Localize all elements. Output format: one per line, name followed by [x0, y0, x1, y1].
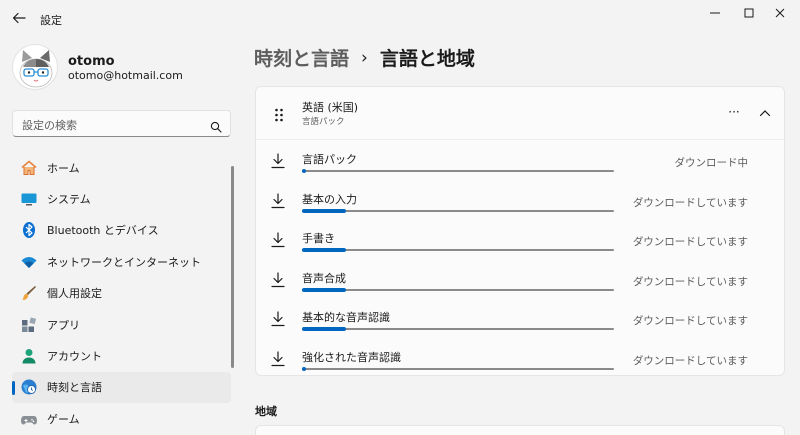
bluetooth-icon — [20, 221, 38, 239]
sidebar-item-time-language[interactable]: 時刻と言語 — [12, 371, 231, 404]
download-progress-bar — [302, 169, 614, 173]
download-status: ダウンロードしています — [632, 275, 748, 288]
download-status: ダウンロードしています — [632, 196, 748, 209]
chevron-up-icon[interactable] — [755, 104, 775, 122]
window-title: 設定 — [40, 14, 62, 27]
download-icon — [269, 350, 287, 368]
user-name: otomo — [68, 54, 115, 69]
account-icon — [20, 347, 38, 365]
sidebar-item-system[interactable]: システム — [12, 183, 231, 214]
search-placeholder: 設定の検索 — [22, 119, 77, 132]
title-bar: 設定 — [0, 0, 800, 36]
download-icon — [269, 271, 287, 289]
system-icon — [20, 190, 38, 208]
feature-row: 音声合成 ダウンロードしています — [256, 261, 784, 301]
download-status: ダウンロードしています — [632, 355, 748, 367]
feature-label: 音声合成 — [302, 271, 346, 285]
progress-fill — [302, 169, 306, 173]
home-icon — [20, 159, 38, 177]
back-arrow-icon[interactable] — [10, 9, 28, 27]
sidebar-item-label: システム — [47, 193, 91, 207]
feature-row: 強化された音声認識 ダウンロードしています — [256, 340, 784, 380]
sidebar-item-label: アカウント — [47, 350, 102, 364]
close-button[interactable] — [765, 4, 795, 22]
progress-fill — [302, 248, 346, 253]
page-title: 言語と地域 — [379, 48, 475, 70]
feature-row: 基本の入力 ダウンロードしています — [256, 182, 784, 222]
sidebar-item-bluetooth[interactable]: Bluetooth とデバイス — [12, 215, 231, 246]
search-input[interactable]: 設定の検索 — [12, 110, 231, 137]
sidebar-scrollbar[interactable] — [231, 166, 234, 368]
download-progress-bar — [302, 248, 614, 253]
download-progress-bar — [302, 208, 614, 213]
breadcrumb: 時刻と言語 › 言語と地域 — [254, 44, 475, 71]
download-icon — [269, 192, 287, 210]
sidebar-item-apps[interactable]: アプリ — [12, 309, 231, 340]
sidebar-item-personalization[interactable]: 個人用設定 — [12, 278, 231, 309]
progress-fill — [302, 208, 346, 213]
sidebar-item-gaming[interactable]: ゲーム — [12, 403, 231, 434]
breadcrumb-separator: › — [361, 47, 368, 68]
download-progress-bar — [302, 327, 614, 332]
sidebar-item-network[interactable]: ネットワークとインターネット — [12, 246, 231, 277]
download-icon — [269, 310, 287, 328]
download-status: ダウンロードしています — [632, 315, 748, 328]
user-email: otomo@hotmail.com — [68, 69, 183, 82]
download-status: ダウンロードしています — [632, 236, 748, 249]
region-heading: 地域 — [255, 405, 277, 418]
more-options-button[interactable]: ··· — [722, 103, 746, 123]
sidebar-nav: ホーム システム Bluetooth とデバイス ネットワークとインターネット … — [12, 152, 231, 435]
search-icon — [210, 118, 222, 133]
sidebar-item-accounts[interactable]: アカウント — [12, 340, 231, 371]
language-name: 英語 (米国) — [302, 101, 359, 114]
language-subtitle: 言語パック — [302, 117, 345, 127]
region-card — [255, 425, 785, 435]
feature-label: 手書き — [302, 232, 335, 246]
sidebar-item-label: ホーム — [47, 161, 80, 175]
sidebar-item-label: ネットワークとインターネット — [47, 255, 201, 269]
apps-icon — [20, 316, 38, 334]
wifi-icon — [20, 253, 38, 271]
feature-label: 言語パック — [302, 153, 357, 166]
sidebar-item-label: アプリ — [47, 318, 80, 332]
sidebar-item-label: 個人用設定 — [47, 287, 102, 301]
download-status: ダウンロード中 — [674, 157, 749, 169]
language-card: 英語 (米国) 言語パック ··· 言語パック ダウンロード中 基本の入力 ダウンロー… — [255, 86, 785, 376]
download-progress-bar — [302, 367, 614, 371]
drag-handle-icon[interactable] — [274, 107, 284, 122]
gamepad-icon — [20, 410, 38, 428]
language-header: 英語 (米国) 言語パック ··· — [256, 87, 784, 140]
sidebar-item-label: ゲーム — [47, 412, 80, 426]
download-icon — [269, 152, 287, 170]
progress-fill — [302, 367, 306, 371]
sidebar-item-label: Bluetooth とデバイス — [47, 224, 159, 238]
maximize-button[interactable] — [734, 4, 764, 22]
brush-icon — [20, 284, 38, 302]
feature-label: 基本的な音声認識 — [302, 311, 390, 325]
feature-row: 言語パック ダウンロード中 — [256, 142, 784, 182]
feature-label: 基本の入力 — [302, 192, 357, 206]
download-icon — [269, 231, 287, 249]
feature-row: 手書き ダウンロードしています — [256, 221, 784, 261]
sidebar-item-home[interactable]: ホーム — [12, 152, 231, 183]
progress-fill — [302, 327, 346, 332]
breadcrumb-parent[interactable]: 時刻と言語 — [254, 44, 349, 71]
sidebar-item-label: 時刻と言語 — [47, 381, 102, 395]
download-progress-bar — [302, 287, 614, 292]
feature-label: 強化された音声認識 — [302, 351, 401, 364]
time-language-icon — [20, 378, 38, 396]
feature-row: 基本的な音声認識 ダウンロードしています — [256, 300, 784, 340]
progress-fill — [302, 287, 346, 292]
minimize-button[interactable] — [700, 4, 730, 22]
avatar[interactable] — [12, 44, 58, 90]
